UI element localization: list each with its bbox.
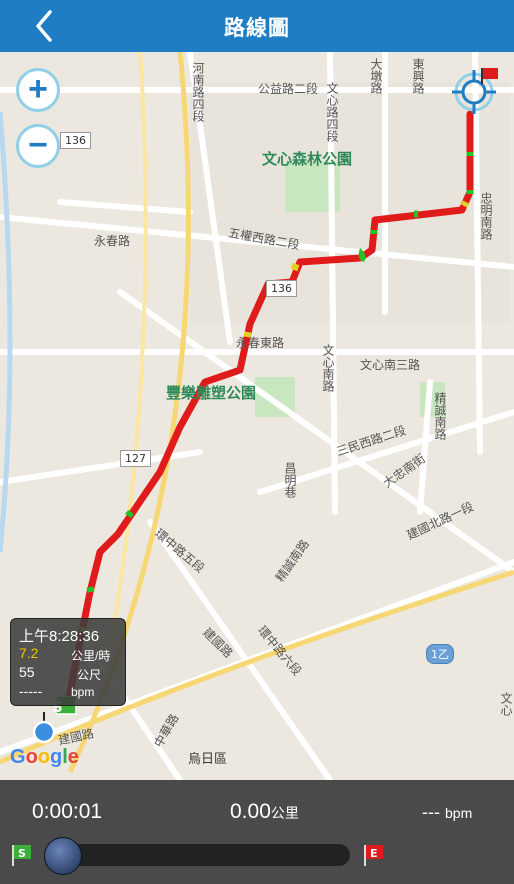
- popup-speed: 7.2: [19, 645, 39, 661]
- end-flag-icon: E: [364, 845, 383, 866]
- locate-target-icon[interactable]: [452, 66, 500, 114]
- popup-altitude-unit: 公尺: [77, 668, 102, 682]
- elapsed-time: 0:00:01: [32, 800, 103, 823]
- road-label: 永春東路: [236, 336, 285, 350]
- bpm-readout: --- bpm: [422, 802, 472, 823]
- distance-value: 0.00: [230, 800, 271, 823]
- page-title: 路線圖: [224, 17, 290, 40]
- district-label: 烏日區: [188, 752, 228, 767]
- current-position-icon: [32, 712, 56, 744]
- road-label: 文心南三路: [360, 358, 421, 372]
- end-flag-label: E: [370, 847, 378, 860]
- info-popup: 上午8:28:36 7.2 公里/時 55 公尺 ----- bpm: [10, 618, 126, 706]
- route-shield: 1乙: [426, 644, 454, 664]
- road-label: 永春路: [94, 234, 131, 248]
- popup-altitude: 55: [19, 664, 35, 680]
- road-label: 東興路: [411, 58, 425, 94]
- road-label: 文心路四段: [325, 82, 339, 142]
- road-label: 忠明南路: [479, 192, 493, 240]
- start-flag-icon: S: [12, 845, 31, 866]
- popup-heart-rate: -----: [19, 683, 43, 699]
- park-label: 文心森林公園: [262, 150, 353, 168]
- route-shield: 136: [266, 280, 297, 297]
- start-flag-label: S: [18, 847, 26, 860]
- google-attribution: Google: [10, 746, 79, 768]
- road-label: 文心: [499, 692, 513, 716]
- bpm-value: ---: [422, 802, 440, 822]
- app-header: 路線圖: [0, 0, 514, 52]
- route-shield: 127: [120, 450, 151, 467]
- playback-bar: 0:00:01 0.00公里 --- bpm S E: [0, 780, 514, 884]
- playback-slider-handle[interactable]: [44, 837, 82, 875]
- park-label: 豐樂雕塑公園: [166, 384, 257, 402]
- playback-slider-track[interactable]: [62, 844, 350, 866]
- zoom-out-button[interactable]: −: [16, 124, 60, 168]
- popup-speed-unit: 公里/時: [71, 649, 111, 663]
- road-label: 大墩路: [369, 58, 383, 94]
- bpm-unit: bpm: [445, 805, 473, 821]
- road-label: 昌明巷: [283, 462, 297, 498]
- distance-readout: 0.00公里: [230, 800, 299, 824]
- route-shield: 136: [60, 132, 91, 149]
- road-label: 河南路四段: [191, 62, 205, 122]
- road-label: 文心南路: [321, 344, 335, 392]
- distance-unit: 公里: [270, 805, 299, 821]
- route-map[interactable]: 河南路四段 公益路二段 文心路四段 大墩路 東興路 五權西路二段 永春路 永春東…: [0, 52, 514, 780]
- zoom-in-button[interactable]: +: [16, 68, 60, 112]
- road-label: 精誠南路: [433, 392, 447, 440]
- popup-heart-rate-unit: bpm: [71, 685, 95, 699]
- popup-time: 上午8:28:36: [19, 628, 100, 645]
- road-label: 公益路二段: [258, 82, 319, 96]
